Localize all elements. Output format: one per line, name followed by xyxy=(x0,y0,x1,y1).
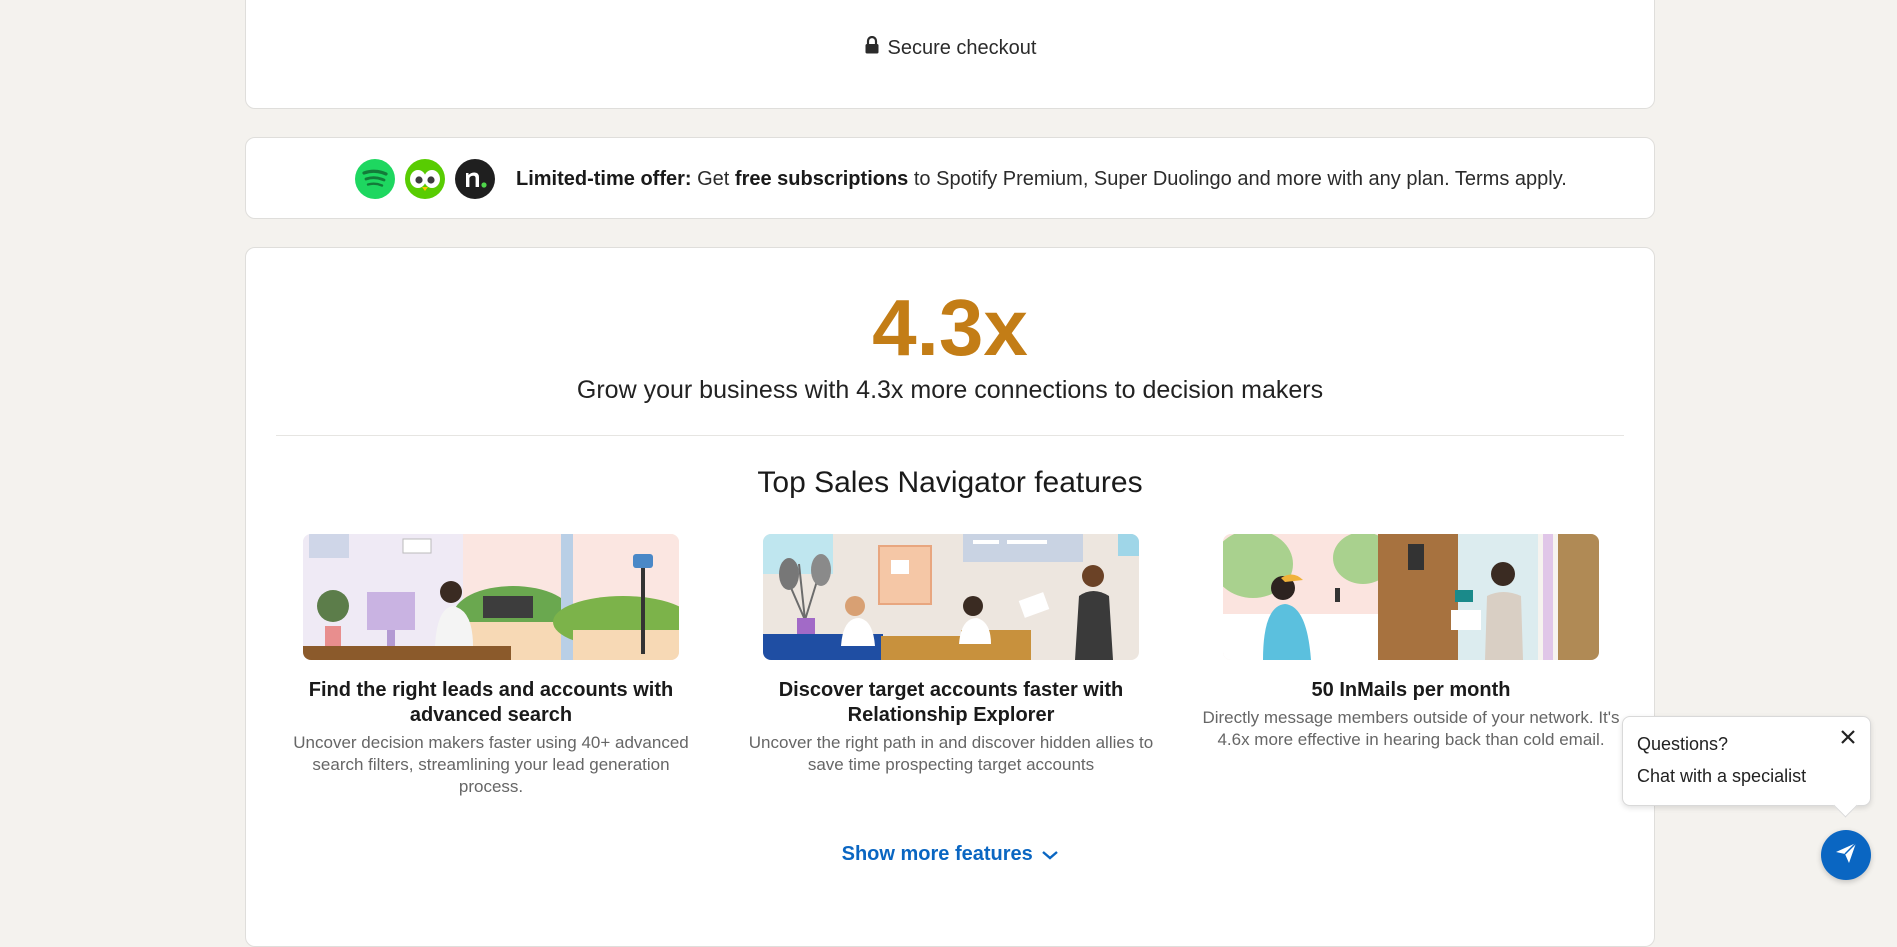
show-more-label: Show more features xyxy=(841,843,1033,865)
send-icon xyxy=(1834,841,1858,870)
offer-highlight: free subscriptions xyxy=(734,167,909,190)
advanced-search-illustration xyxy=(303,534,679,660)
feature-desc-line: search filters, streamlining your lead g… xyxy=(312,755,670,774)
offer-text-1: Get xyxy=(691,167,735,190)
offer-text: Limited-time offer: Get free subscriptio… xyxy=(516,168,1567,191)
chat-send-button[interactable] xyxy=(1821,830,1871,880)
secure-checkout-label: Secure checkout xyxy=(887,36,1037,59)
feature-desc-line: Uncover decision makers faster using 40+… xyxy=(293,733,689,752)
noom-logo xyxy=(455,159,495,199)
show-more-features-button[interactable]: Show more features xyxy=(246,843,1654,866)
stat-description: Grow your business with 4.3x more connec… xyxy=(576,376,1324,404)
close-icon[interactable] xyxy=(1836,725,1860,749)
offer-text-2: to Spotify Premium, Super Duolingo and m… xyxy=(908,167,1567,190)
feature-title-line: Discover target accounts faster with xyxy=(778,679,1124,701)
feature-title-line: Find the right leads and accounts with xyxy=(308,679,674,701)
secure-checkout: Secure checkout xyxy=(246,35,1654,60)
inmails-illustration xyxy=(1223,534,1599,660)
duolingo-logo xyxy=(405,159,445,199)
feature-desc-line: 4.6x more effective in hearing back than… xyxy=(1217,730,1605,749)
chat-specialist-link[interactable]: Chat with a specialist xyxy=(1637,766,1806,787)
feature-desc-line: Directly message members outside of your… xyxy=(1202,708,1620,727)
feature-desc-line: process. xyxy=(458,777,524,796)
features-card: 4.3x Grow your business with 4.3x more c… xyxy=(245,247,1655,947)
spotify-logo xyxy=(355,159,395,199)
feature-title-line: 50 InMails per month xyxy=(1311,679,1511,701)
feature-relationship-explorer: Discover target accounts faster with Rel… xyxy=(736,534,1166,776)
feature-title-line: advanced search xyxy=(409,704,573,726)
feature-title-line: Relationship Explorer xyxy=(847,704,1055,726)
offer-lead: Limited-time offer: xyxy=(516,167,692,190)
section-title: Top Sales Navigator features xyxy=(757,466,1143,499)
feature-inmails: 50 InMails per month Directly message me… xyxy=(1196,534,1626,751)
feature-desc-line: save time prospecting target accounts xyxy=(807,755,1095,774)
relationship-explorer-illustration xyxy=(763,534,1139,660)
chevron-down-icon xyxy=(1042,844,1059,864)
chat-popup: Questions? Chat with a specialist xyxy=(1622,716,1871,806)
stat-value: 4.3x xyxy=(872,283,1028,372)
feature-advanced-search: Find the right leads and accounts with a… xyxy=(276,534,706,798)
chat-question: Questions? xyxy=(1637,734,1729,754)
checkout-card: Secure checkout xyxy=(245,0,1655,109)
divider xyxy=(276,435,1624,436)
offer-banner: Limited-time offer: Get free subscriptio… xyxy=(245,137,1655,219)
lock-icon xyxy=(864,35,880,60)
feature-desc-line: Uncover the right path in and discover h… xyxy=(748,733,1154,752)
